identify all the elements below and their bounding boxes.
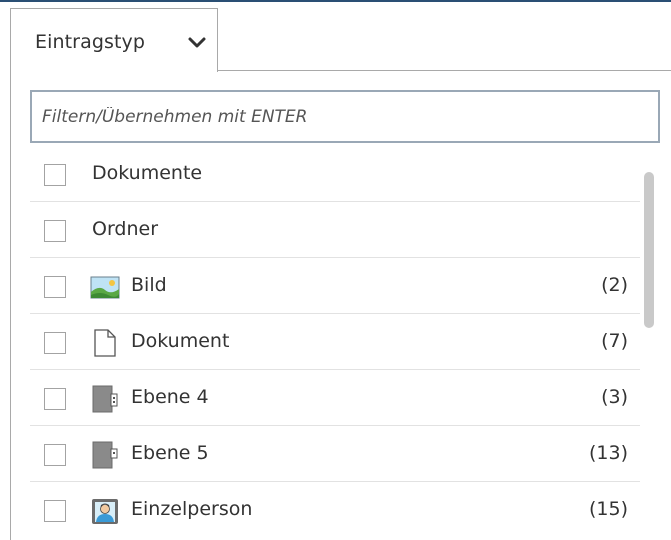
tab-eintragstyp[interactable]: Eintragstyp xyxy=(10,8,218,72)
list-item-label: Dokument xyxy=(131,330,230,352)
list-item-bild[interactable]: Bild (2) xyxy=(30,258,640,314)
list-item-label: Ordner xyxy=(92,218,159,240)
folder-level-5-icon xyxy=(92,441,118,469)
list-item-label: Ebene 4 xyxy=(131,386,209,408)
list-item-count: (7) xyxy=(601,330,628,352)
list-item-ebene-4[interactable]: Ebene 4 (3) xyxy=(30,370,640,426)
list-item-count: (13) xyxy=(588,442,628,464)
tab-label: Eintragstyp xyxy=(35,31,146,53)
list-item-ordner[interactable]: Ordner xyxy=(30,202,640,258)
document-icon xyxy=(94,329,116,357)
checkbox[interactable] xyxy=(44,444,66,466)
image-icon xyxy=(90,276,120,299)
folder-level-4-icon xyxy=(92,385,118,413)
list-item-dokument[interactable]: Dokument (7) xyxy=(30,314,640,370)
list-item-einzelperson[interactable]: Einzelperson (15) xyxy=(30,482,640,538)
list-item-label: Ebene 5 xyxy=(131,442,209,464)
filter-input[interactable] xyxy=(30,90,660,143)
checkbox[interactable] xyxy=(44,332,66,354)
checkbox[interactable] xyxy=(44,388,66,410)
person-icon xyxy=(92,499,118,524)
checkbox[interactable] xyxy=(44,220,66,242)
list-item-count: (2) xyxy=(601,274,628,296)
list-item-ebene-5[interactable]: Ebene 5 (13) xyxy=(30,426,640,482)
chevron-down-icon[interactable] xyxy=(187,35,207,51)
checkbox[interactable] xyxy=(44,164,66,186)
list-item-label: Bild xyxy=(131,274,167,296)
scrollbar-thumb[interactable] xyxy=(644,172,654,328)
entry-type-list: Dokumente Ordner Bild (2) Dokument (7) E… xyxy=(30,146,640,538)
list-item-count: (3) xyxy=(601,386,628,408)
list-item-label: Dokumente xyxy=(92,162,203,184)
checkbox[interactable] xyxy=(44,276,66,298)
list-item-label: Einzelperson xyxy=(131,498,253,520)
list-item-count: (15) xyxy=(588,498,628,520)
checkbox[interactable] xyxy=(44,500,66,522)
list-item-dokumente[interactable]: Dokumente xyxy=(30,146,640,202)
top-accent-line xyxy=(0,0,671,2)
